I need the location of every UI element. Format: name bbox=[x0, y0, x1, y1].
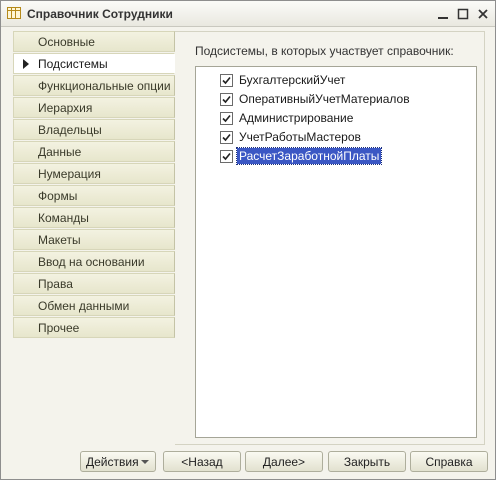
subsystem-row[interactable]: РасчетЗаработнойПлаты bbox=[220, 147, 383, 165]
maximize-button[interactable] bbox=[455, 6, 471, 22]
nav-item-label: Подсистемы bbox=[38, 56, 108, 71]
subsystem-checkbox[interactable] bbox=[220, 149, 233, 163]
nav-item-label: Макеты bbox=[38, 232, 81, 247]
nav-item-label: Владельцы bbox=[38, 122, 102, 137]
checkmark-icon bbox=[222, 114, 231, 122]
nav-item-label: Нумерация bbox=[38, 166, 101, 181]
subsystems-panel: Подсистемы, в которых участвует справочн… bbox=[175, 31, 485, 445]
subsystem-row[interactable]: УчетРаботыМастеров bbox=[220, 128, 363, 146]
next-button[interactable]: Далее> bbox=[245, 451, 323, 472]
chevron-down-icon bbox=[141, 460, 149, 464]
subsystem-checkbox[interactable] bbox=[220, 92, 233, 106]
checkmark-icon bbox=[222, 152, 231, 160]
help-button[interactable]: Справка bbox=[410, 451, 488, 472]
nav-item[interactable]: Макеты bbox=[13, 229, 175, 250]
close-window-button[interactable] bbox=[475, 6, 491, 22]
nav-item[interactable]: Прочее bbox=[13, 317, 175, 338]
nav-item[interactable]: Данные bbox=[13, 141, 175, 162]
subsystem-label: БухгалтерскийУчет bbox=[239, 73, 346, 87]
subsystems-list[interactable]: БухгалтерскийУчет ОперативныйУчетМатериал… bbox=[195, 66, 477, 438]
close-button[interactable]: Закрыть bbox=[328, 451, 406, 472]
nav-item[interactable]: Нумерация bbox=[13, 163, 175, 184]
subsystem-row[interactable]: ОперативныйУчетМатериалов bbox=[220, 90, 412, 108]
nav-item[interactable]: Формы bbox=[13, 185, 175, 206]
subsystems-caption: Подсистемы, в которых участвует справочн… bbox=[195, 44, 454, 58]
sections-nav: Основные Подсистемы Функциональные опции Ие… bbox=[13, 31, 175, 339]
actions-dropdown-button[interactable]: Действия bbox=[80, 451, 156, 472]
checkmark-icon bbox=[222, 133, 231, 141]
close-icon bbox=[478, 9, 488, 19]
nav-item[interactable]: Иерархия bbox=[13, 97, 175, 118]
nav-item-label: Обмен данными bbox=[38, 298, 130, 313]
subsystem-row[interactable]: Администрирование bbox=[220, 109, 355, 127]
subsystem-label: Администрирование bbox=[239, 111, 354, 125]
nav-item[interactable]: Ввод на основании bbox=[13, 251, 175, 272]
nav-item[interactable]: Основные bbox=[13, 31, 175, 52]
nav-item-label: Ввод на основании bbox=[38, 254, 145, 269]
nav-item-label: Формы bbox=[38, 188, 78, 203]
nav-item[interactable]: Функциональные опции bbox=[13, 75, 175, 96]
subsystem-row[interactable]: БухгалтерскийУчет bbox=[220, 71, 347, 89]
nav-item-label: Функциональные опции bbox=[38, 78, 171, 93]
subsystem-label: РасчетЗаработнойПлаты bbox=[235, 147, 383, 165]
subsystem-checkbox[interactable] bbox=[220, 130, 233, 144]
checkmark-icon bbox=[222, 76, 231, 84]
checkmark-icon bbox=[222, 95, 231, 103]
subsystem-label: УчетРаботыМастеров bbox=[239, 130, 361, 144]
nav-item-label: Основные bbox=[38, 34, 95, 49]
window-title: Справочник Сотрудники bbox=[27, 7, 173, 21]
nav-item-label: Прочее bbox=[38, 320, 80, 335]
subsystem-checkbox[interactable] bbox=[220, 111, 233, 125]
back-button[interactable]: <Назад bbox=[163, 451, 241, 472]
subsystem-label: ОперативныйУчетМатериалов bbox=[239, 92, 410, 106]
actions-label: Действия bbox=[86, 454, 139, 469]
nav-item-label: Данные bbox=[38, 144, 82, 159]
nav-item-label: Иерархия bbox=[38, 100, 93, 115]
nav-item[interactable]: Подсистемы bbox=[13, 53, 175, 74]
minimize-icon bbox=[438, 17, 448, 19]
nav-item[interactable]: Владельцы bbox=[13, 119, 175, 140]
catalog-window: Справочник Сотрудники Основные Подсистемы… bbox=[0, 0, 496, 480]
nav-item[interactable]: Права bbox=[13, 273, 175, 294]
subsystem-checkbox[interactable] bbox=[220, 73, 233, 87]
nav-item[interactable]: Команды bbox=[13, 207, 175, 228]
maximize-icon bbox=[457, 8, 469, 20]
title-bar[interactable]: Справочник Сотрудники bbox=[1, 1, 495, 27]
catalog-icon bbox=[7, 7, 21, 19]
minimize-button[interactable] bbox=[435, 6, 451, 22]
current-item-arrow-icon bbox=[23, 59, 29, 69]
nav-item-label: Команды bbox=[38, 210, 89, 225]
nav-item[interactable]: Обмен данными bbox=[13, 295, 175, 316]
nav-item-label: Права bbox=[38, 276, 73, 291]
